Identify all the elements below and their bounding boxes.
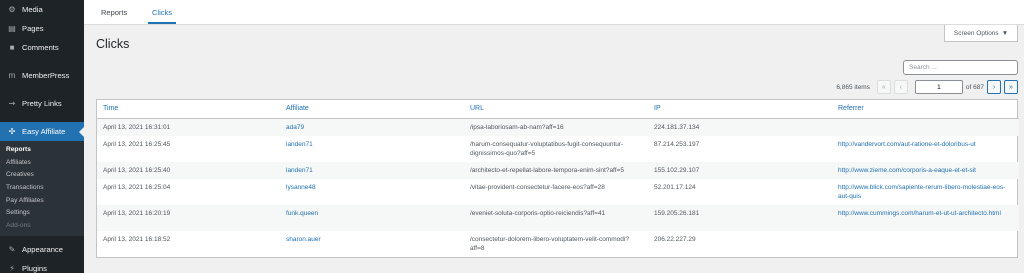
- menu-pages[interactable]: ▤ Pages: [0, 19, 84, 38]
- menu-memberpress[interactable]: m MemberPress: [0, 66, 84, 85]
- cell-time: April 13, 2021 16:25:45: [103, 140, 171, 148]
- cell-ip: 159.205.26.181: [648, 204, 832, 231]
- cell-ip: 155.102.29.107: [648, 161, 832, 179]
- affiliate-link[interactable]: lysanne48: [286, 184, 316, 191]
- cell-time: April 13, 2021 16:20:19: [97, 204, 280, 231]
- last-page-button[interactable]: »: [1004, 80, 1018, 94]
- cell-referrer: [832, 231, 1019, 257]
- menu-appearance[interactable]: ✎ Appearance: [0, 240, 84, 259]
- cell-url: /ipsa-laboriosam-ab-nam?aff=16: [464, 118, 648, 136]
- cell-affiliate: ada79: [280, 118, 464, 136]
- tab-reports[interactable]: Reports: [101, 8, 127, 17]
- menu-comments[interactable]: ■ Comments: [0, 38, 84, 57]
- table-row: April 13, 2021 16:25:40 landen71 /archit…: [97, 161, 1019, 179]
- appearance-icon: ✎: [8, 244, 16, 254]
- comments-icon: ■: [9, 43, 15, 52]
- cell-referrer: http://www.blick.com/sapiente-rerum-libe…: [832, 179, 1019, 205]
- screen-options-button[interactable]: Screen Options ▼: [944, 25, 1018, 42]
- submenu-transactions[interactable]: Transactions: [0, 182, 84, 195]
- total-pages: of 687: [965, 83, 984, 91]
- affiliate-link[interactable]: funk.queen: [286, 210, 318, 217]
- prev-page-button[interactable]: ‹: [893, 80, 908, 94]
- admin-sidebar: ⚙ Media ▤ Pages ■ Comments m MemberPress ⇝ Pr…: [0, 0, 84, 273]
- search-input[interactable]: [903, 60, 1018, 75]
- referrer-link[interactable]: http://www.blick.com/sapiente-rerum-libe…: [838, 184, 1005, 200]
- table-header-row: Time Affiliate URL IP Referrer: [97, 100, 1019, 119]
- pretty-links-icon: ⇝: [8, 99, 16, 108]
- affiliate-link[interactable]: landen71: [286, 167, 313, 174]
- column-time[interactable]: Time: [97, 100, 280, 119]
- cell-affiliate: sharon.auer: [280, 231, 464, 257]
- items-count: 6,865 items: [836, 83, 870, 91]
- affiliate-link[interactable]: landen71: [286, 141, 313, 148]
- submenu-settings[interactable]: Settings: [0, 207, 84, 220]
- media-icon: ⚙: [8, 5, 16, 14]
- cell-url: /eveniet-soluta-corporis-optio-reiciendi…: [464, 204, 648, 231]
- cell-time: April 13, 2021 16:25:04: [103, 183, 171, 191]
- clicks-table: Time Affiliate URL IP Referrer April 13,…: [96, 99, 1019, 258]
- cell-affiliate: lysanne48: [280, 179, 464, 205]
- table-row: April 13, 2021 16:20:19 funk.queen /even…: [97, 204, 1019, 231]
- next-page-button[interactable]: ›: [987, 80, 1001, 94]
- referrer-link[interactable]: http://vandervort.com/aut-ratione-et-dol…: [838, 141, 976, 148]
- affiliate-link[interactable]: ada79: [286, 124, 304, 131]
- table-row: April 13, 2021 16:25:45 landen71 /harum-…: [97, 136, 1019, 162]
- cell-time: April 13, 2021 16:31:01: [97, 118, 280, 136]
- cell-time: April 13, 2021 16:25:40: [97, 161, 280, 179]
- easy-affiliate-submenu: Reports Affiliates Creatives Transaction…: [0, 141, 84, 236]
- cell-ip: 224.181.37.134: [648, 118, 832, 136]
- page-title: Clicks: [96, 37, 130, 51]
- column-referrer[interactable]: Referrer: [832, 100, 1019, 119]
- cell-url: /harum-consequatur-voluptatibus-fugit-co…: [470, 140, 624, 157]
- cell-affiliate: landen71: [280, 136, 464, 162]
- table-row: April 13, 2021 16:18:52 sharon.auer /con…: [97, 231, 1019, 257]
- cell-ip: 206.22.227.29: [654, 235, 696, 243]
- menu-pretty-links[interactable]: ⇝ Pretty Links: [0, 94, 84, 113]
- submenu-reports[interactable]: Reports: [0, 144, 84, 157]
- cell-url: /vitae-provident-consectetur-facere-eos?…: [470, 183, 605, 191]
- cell-referrer: http://vandervort.com/aut-ratione-et-dol…: [832, 136, 1019, 162]
- pages-icon: ▤: [8, 24, 16, 33]
- cell-affiliate: funk.queen: [280, 204, 464, 231]
- menu-media[interactable]: ⚙ Media: [0, 0, 84, 19]
- cell-time: April 13, 2021 16:18:52: [103, 235, 171, 243]
- column-affiliate[interactable]: Affiliate: [280, 100, 464, 119]
- main-content: Reports Clicks Screen Options ▼ Clicks 6…: [84, 0, 1024, 273]
- cell-ip: 52.201.17.124: [654, 183, 696, 191]
- column-url[interactable]: URL: [464, 100, 648, 119]
- cell-referrer: http://www.cummings.com/harum-et-ut-ut-a…: [832, 204, 1019, 231]
- cell-url: /architecto-et-repellat-labore-tempora-e…: [464, 161, 648, 179]
- easy-affiliate-icon: ✣: [8, 127, 16, 136]
- submenu-pay-affiliates[interactable]: Pay Affiliates: [0, 195, 84, 208]
- cell-ip: 87.214.253.197: [654, 140, 700, 148]
- cell-referrer: http://www.zieme.com/corporis-a-eaque-et…: [832, 161, 1019, 179]
- submenu-add-ons[interactable]: Add-ons: [0, 220, 84, 233]
- plugins-icon: ⚡: [9, 263, 15, 273]
- table-row: April 13, 2021 16:25:04 lysanne48 /vitae…: [97, 179, 1019, 205]
- cell-affiliate: landen71: [280, 161, 464, 179]
- table-row: April 13, 2021 16:31:01 ada79 /ipsa-labo…: [97, 118, 1019, 136]
- submenu-creatives[interactable]: Creatives: [0, 169, 84, 182]
- cell-referrer: [832, 118, 1019, 136]
- pagination: 6,865 items « ‹ of 687 › »: [836, 79, 1018, 95]
- submenu-affiliates[interactable]: Affiliates: [0, 157, 84, 170]
- current-page-input[interactable]: [914, 80, 963, 94]
- menu-plugins[interactable]: ⚡ Plugins: [0, 259, 84, 273]
- column-ip[interactable]: IP: [648, 100, 832, 119]
- first-page-button[interactable]: «: [876, 80, 891, 94]
- menu-easy-affiliate[interactable]: ✣ Easy Affiliate: [0, 122, 84, 141]
- tab-bar: Reports Clicks: [84, 0, 1024, 25]
- memberpress-icon: m: [8, 71, 16, 80]
- tab-clicks[interactable]: Clicks: [148, 8, 176, 24]
- affiliate-link[interactable]: sharon.auer: [286, 236, 321, 243]
- caret-down-icon: ▼: [1001, 29, 1009, 37]
- referrer-link[interactable]: http://www.zieme.com/corporis-a-eaque-et…: [838, 167, 976, 174]
- referrer-link[interactable]: http://www.cummings.com/harum-et-ut-ut-a…: [838, 210, 1001, 217]
- cell-url: /consectetur-dolorem-libero-voluptatem-v…: [470, 235, 629, 252]
